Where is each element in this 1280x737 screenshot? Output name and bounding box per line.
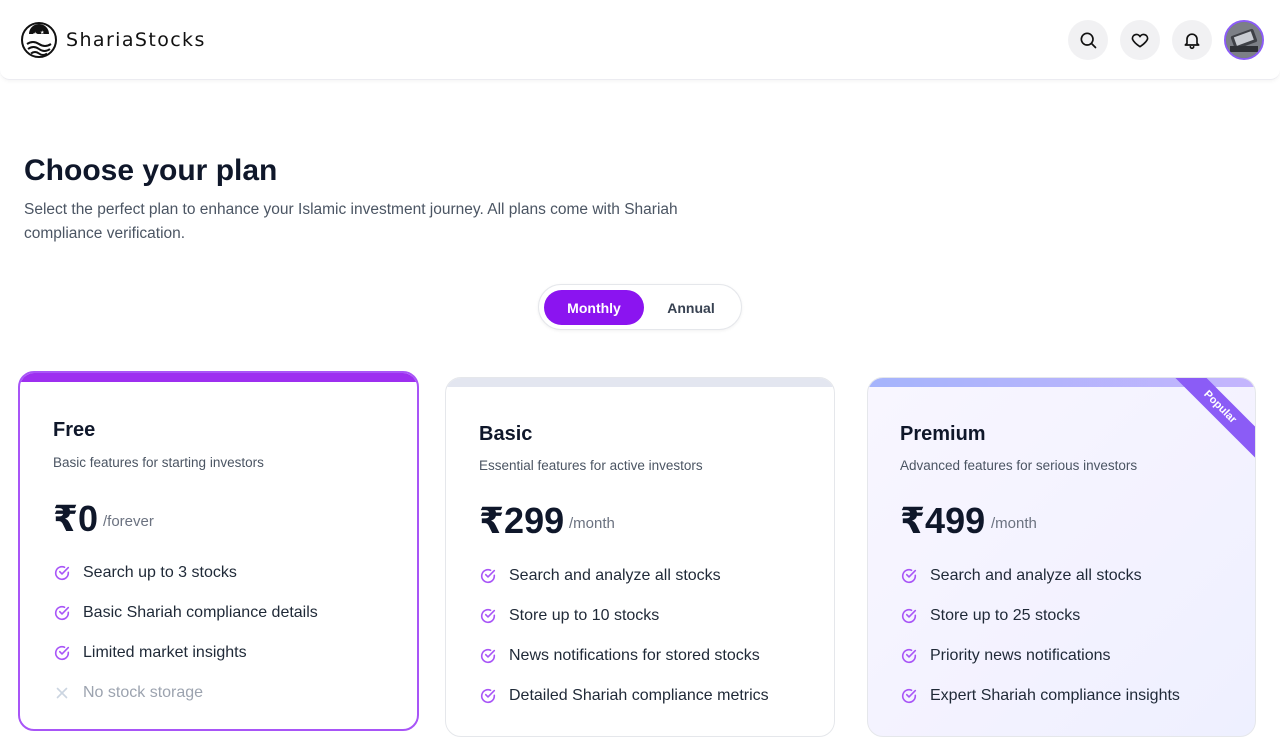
feature-text: Expert Shariah compliance insights — [930, 687, 1180, 704]
check-circle-icon — [480, 568, 496, 584]
check-circle-icon — [901, 568, 917, 584]
check-circle-icon — [480, 688, 496, 704]
feature-text: Search up to 3 stocks — [83, 564, 237, 581]
plan-name: Basic — [479, 423, 533, 445]
annual-toggle-button[interactable]: Annual — [647, 290, 735, 325]
feature-item: News notifications for stored stocks — [479, 636, 769, 676]
billing-toggle: Monthly Annual — [538, 284, 742, 330]
feature-item: Search up to 3 stocks — [53, 553, 318, 593]
plan-description: Essential features for active investors — [479, 458, 703, 473]
bell-icon — [1184, 33, 1200, 50]
brand-name: ShariaStocks — [66, 29, 206, 51]
card-accent-bar — [446, 378, 834, 387]
check-circle-icon — [901, 688, 917, 704]
plan-period: /month — [569, 515, 615, 532]
feature-list: Search and analyze all stocks Store up t… — [479, 556, 769, 716]
plan-price: ₹499 — [900, 500, 986, 541]
monthly-toggle-button[interactable]: Monthly — [544, 290, 644, 325]
feature-item: Detailed Shariah compliance metrics — [479, 676, 769, 716]
feature-item: Limited market insights — [53, 633, 318, 673]
feature-text: Detailed Shariah compliance metrics — [509, 687, 769, 704]
avatar-image-icon — [1226, 22, 1262, 58]
feature-item: Priority news notifications — [900, 636, 1180, 676]
notifications-button[interactable] — [1172, 20, 1212, 60]
search-icon — [1080, 32, 1097, 49]
plan-price: ₹299 — [479, 500, 565, 541]
feature-text: News notifications for stored stocks — [509, 647, 760, 664]
check-circle-icon — [901, 648, 917, 664]
svg-text:★: ★ — [40, 30, 45, 36]
feature-text: Limited market insights — [83, 644, 247, 661]
feature-text: No stock storage — [83, 684, 204, 701]
search-button[interactable] — [1068, 20, 1108, 60]
plan-card-basic[interactable]: Basic Essential features for active inve… — [445, 377, 835, 737]
check-circle-icon — [480, 648, 496, 664]
page-subtitle: Select the perfect plan to enhance your … — [24, 201, 678, 242]
svg-text:★: ★ — [33, 31, 38, 38]
plan-card-free[interactable]: Free Basic features for starting investo… — [18, 371, 419, 731]
check-circle-icon — [480, 608, 496, 624]
feature-item: Search and analyze all stocks — [900, 556, 1180, 596]
heart-icon — [1131, 33, 1149, 48]
check-circle-icon — [54, 645, 70, 661]
feature-item: Basic Shariah compliance details — [53, 593, 318, 633]
feature-text: Search and analyze all stocks — [509, 567, 721, 584]
feature-text: Store up to 25 stocks — [930, 607, 1081, 624]
plan-price: ₹0 — [53, 498, 99, 539]
plan-period: /month — [991, 515, 1037, 532]
plan-name: Free — [53, 419, 96, 441]
check-circle-icon — [54, 565, 70, 581]
plan-name: Premium — [900, 423, 986, 445]
top-navbar: ★ ★ ShariaStocks — [0, 0, 1280, 80]
user-avatar[interactable] — [1224, 20, 1264, 60]
feature-item-excluded: No stock storage — [53, 673, 318, 713]
feature-item: Search and analyze all stocks — [479, 556, 769, 596]
check-circle-icon — [901, 608, 917, 624]
feature-text: Priority news notifications — [930, 647, 1111, 664]
plan-card-premium[interactable]: Popular Premium Advanced features for se… — [867, 377, 1256, 737]
feature-item: Store up to 25 stocks — [900, 596, 1180, 636]
x-icon — [56, 687, 68, 699]
feature-list: Search up to 3 stocks Basic Shariah comp… — [53, 553, 318, 713]
feature-item: Expert Shariah compliance insights — [900, 676, 1180, 716]
plan-description: Basic features for starting investors — [53, 455, 264, 470]
feature-text: Basic Shariah compliance details — [83, 604, 318, 621]
page-title: Choose your plan — [24, 154, 278, 187]
feature-text: Search and analyze all stocks — [930, 567, 1142, 584]
brand-logo-icon: ★ ★ — [21, 22, 57, 58]
plan-period: /forever — [103, 513, 154, 530]
favorites-button[interactable] — [1120, 20, 1160, 60]
feature-list: Search and analyze all stocks Store up t… — [900, 556, 1180, 716]
check-circle-icon — [54, 605, 70, 621]
plan-description: Advanced features for serious investors — [900, 458, 1138, 473]
feature-item: Store up to 10 stocks — [479, 596, 769, 636]
card-accent-bar — [20, 373, 417, 382]
brand[interactable]: ★ ★ ShariaStocks — [20, 20, 206, 60]
popular-ribbon: Popular — [1166, 378, 1255, 461]
feature-text: Store up to 10 stocks — [509, 607, 660, 624]
